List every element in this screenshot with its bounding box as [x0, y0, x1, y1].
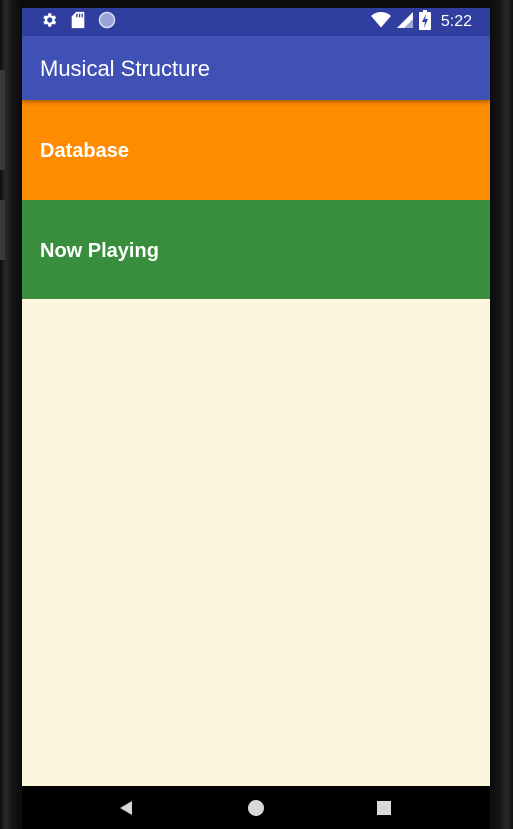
back-icon[interactable] — [114, 796, 138, 820]
app-bar: Musical Structure — [22, 36, 490, 100]
navigation-bar — [22, 786, 490, 829]
content-area — [22, 299, 490, 786]
menu-item-label: Database — [40, 140, 129, 162]
sd-card-icon — [70, 11, 86, 34]
power-button — [0, 200, 5, 260]
menu-item-now-playing[interactable]: Now Playing — [22, 200, 490, 299]
battery-charging-icon — [418, 9, 431, 35]
menu-item-label: Now Playing — [40, 240, 159, 262]
screen: 5:22 Musical Structure Database Now Play… — [22, 8, 490, 786]
status-right-icons: 5:22 — [370, 9, 472, 35]
menu-item-database[interactable]: Database — [22, 100, 490, 200]
recents-icon[interactable] — [372, 796, 396, 820]
status-time: 5:22 — [440, 13, 472, 30]
status-left-icons — [40, 11, 116, 34]
volume-button — [0, 70, 5, 170]
sync-circle-icon — [98, 11, 116, 34]
home-icon[interactable] — [244, 796, 268, 820]
app-title: Musical Structure — [40, 56, 210, 81]
device-frame: 5:22 Musical Structure Database Now Play… — [0, 0, 513, 829]
wifi-icon — [370, 11, 391, 33]
signal-icon — [396, 11, 413, 33]
status-bar: 5:22 — [22, 8, 490, 36]
settings-icon — [40, 11, 58, 34]
